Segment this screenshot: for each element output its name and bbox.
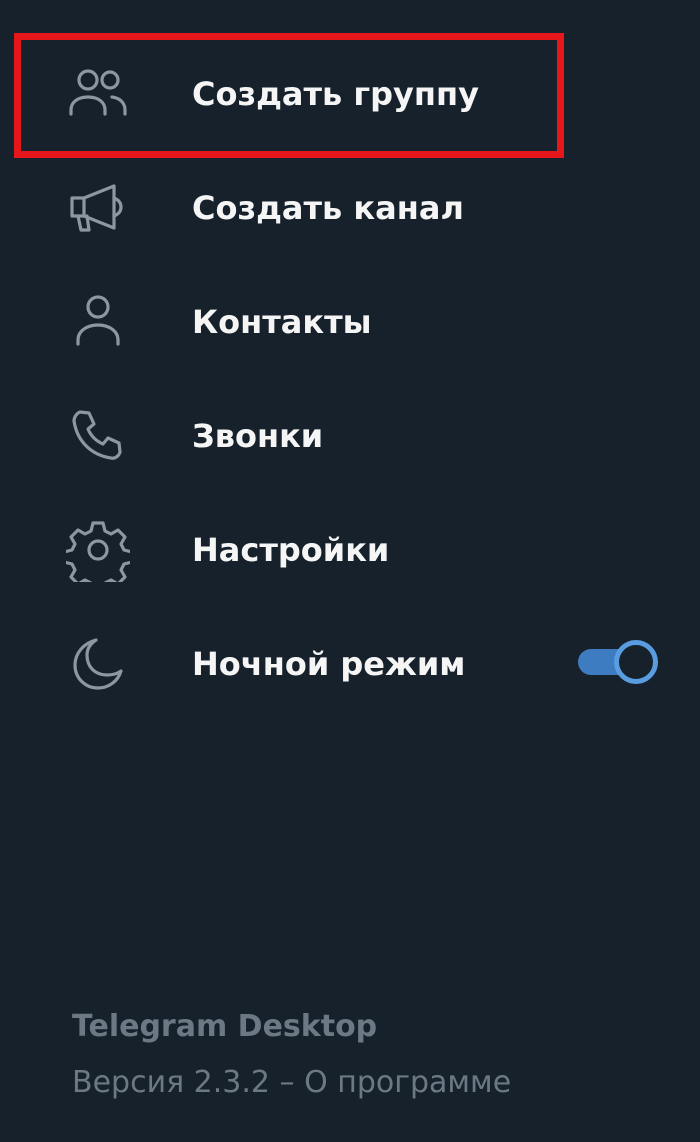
phone-icon bbox=[66, 404, 130, 468]
separator: – bbox=[270, 1065, 305, 1100]
version-text: Версия 2.3.2 bbox=[72, 1065, 270, 1100]
main-menu-panel: Создать группу Создать канал Контакты Зв… bbox=[0, 0, 700, 1142]
night-mode-toggle[interactable] bbox=[578, 640, 658, 684]
megaphone-icon bbox=[66, 176, 130, 240]
menu-item-label: Ночной режим bbox=[192, 645, 466, 683]
menu-item-settings[interactable]: Настройки bbox=[0, 490, 700, 604]
menu-item-create-channel[interactable]: Создать канал bbox=[0, 148, 700, 262]
person-icon bbox=[66, 290, 130, 354]
toggle-knob bbox=[614, 640, 658, 684]
menu-item-night-mode[interactable]: Ночной режим bbox=[0, 604, 700, 718]
menu-item-label: Создать канал bbox=[192, 189, 464, 227]
menu-item-label: Настройки bbox=[192, 531, 390, 569]
highlight-box bbox=[14, 33, 564, 158]
menu-item-label: Контакты bbox=[192, 303, 372, 341]
menu-item-contacts[interactable]: Контакты bbox=[0, 262, 700, 376]
menu-item-calls[interactable]: Звонки bbox=[0, 376, 700, 490]
app-footer: Telegram Desktop Версия 2.3.2 – О програ… bbox=[72, 1004, 672, 1106]
gear-icon bbox=[66, 518, 130, 582]
about-link[interactable]: О программе bbox=[304, 1065, 511, 1100]
app-name: Telegram Desktop bbox=[72, 1009, 378, 1044]
moon-icon bbox=[66, 632, 130, 696]
menu-item-label: Звонки bbox=[192, 417, 324, 455]
version-line: Версия 2.3.2 – О программе bbox=[72, 1060, 672, 1106]
